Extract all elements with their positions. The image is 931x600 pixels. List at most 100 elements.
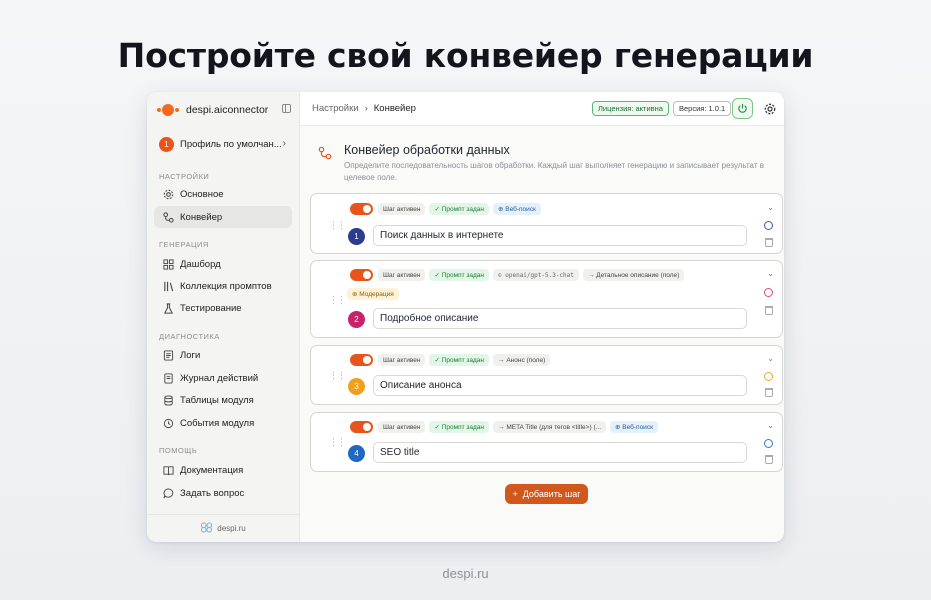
sidebar-item-tables[interactable]: Таблицы модуля <box>154 389 292 411</box>
section-title-settings: НАСТРОЙКИ <box>159 172 210 181</box>
palette-icon[interactable] <box>764 439 773 448</box>
sidebar-item-general[interactable]: Основное <box>154 183 292 205</box>
version-badge: Версия: 1.0.1 <box>673 101 732 116</box>
drag-handle-icon[interactable]: ⋮⋮ <box>329 220 346 231</box>
add-step-button[interactable]: + Добавить шаг <box>505 484 588 504</box>
chip-target-field: → Детальное описание (поле) <box>582 269 685 281</box>
book-icon <box>162 464 174 476</box>
sidebar-item-label: Логи <box>180 349 201 361</box>
plus-icon: + <box>512 489 518 499</box>
chip-active: Шаг активен <box>378 203 426 215</box>
sidebar-item-testing[interactable]: Тестирование <box>154 297 292 319</box>
chip-active: Шаг активен <box>378 421 426 433</box>
step-card: ⋮⋮ Шаг активен ✓ Промпт задан ⊙ openai/g… <box>310 260 783 338</box>
profile-label: Профиль по умолчан... <box>180 138 282 150</box>
step-chips: Шаг активен ✓ Промпт задан ⊙ openai/gpt-… <box>378 269 685 281</box>
step-name-input[interactable]: Описание анонса <box>373 375 747 396</box>
sidebar-item-label: Конвейер <box>180 211 223 223</box>
library-icon <box>162 280 174 292</box>
sidebar: despi.aiconnector 1 Профиль по умолчан..… <box>147 92 300 542</box>
sidebar-item-dashboard[interactable]: Дашборд <box>154 253 292 275</box>
chip-web-search: ⊕ Веб-поиск <box>610 421 658 433</box>
sidebar-item-prompts[interactable]: Коллекция промптов <box>154 275 292 297</box>
pipeline-icon <box>318 146 332 160</box>
trash-icon[interactable] <box>765 388 773 397</box>
trash-icon[interactable] <box>765 238 773 247</box>
sidebar-collapse-icon[interactable] <box>282 104 291 113</box>
chip-active: Шаг активен <box>378 269 426 281</box>
sidebar-item-label: Основное <box>180 188 224 200</box>
log-icon <box>162 349 174 361</box>
chip-prompt: ✓ Промпт задан <box>429 354 490 366</box>
database-icon <box>162 394 174 406</box>
sidebar-item-label: Коллекция промптов <box>180 280 272 292</box>
flask-icon <box>162 302 174 314</box>
chip-target-field: → Анонс (поле) <box>493 354 551 366</box>
sidebar-item-label: Задать вопрос <box>180 487 245 499</box>
sidebar-item-ask[interactable]: Задать вопрос <box>154 482 292 504</box>
dashboard-icon <box>162 258 174 270</box>
drag-handle-icon[interactable]: ⋮⋮ <box>329 437 346 448</box>
step-name-input[interactable]: SEO title <box>373 442 747 463</box>
settings-button[interactable] <box>759 98 780 119</box>
breadcrumb-current: Конвейер <box>373 103 416 114</box>
sidebar-item-label: События модуля <box>180 417 255 429</box>
section-title-generation: ГЕНЕРАЦИЯ <box>159 240 209 249</box>
drag-handle-icon[interactable]: ⋮⋮ <box>329 295 346 306</box>
step-name-input[interactable]: Поиск данных в интернете <box>373 225 747 246</box>
step-toggle[interactable] <box>350 354 373 366</box>
power-button[interactable] <box>732 98 753 119</box>
sidebar-footer-label[interactable]: despi.ru <box>217 524 245 533</box>
chat-icon <box>162 487 174 499</box>
add-step-label: Добавить шаг <box>522 489 581 499</box>
chevron-down-icon[interactable]: ⌄ <box>767 354 774 363</box>
brand-name: despi.aiconnector <box>186 104 269 116</box>
sidebar-item-pipeline[interactable]: Конвейер <box>154 206 292 228</box>
breadcrumb: Настройки › Конвейер <box>312 103 416 114</box>
palette-icon[interactable] <box>764 288 773 297</box>
chevron-down-icon[interactable]: ⌄ <box>767 421 774 430</box>
palette-icon[interactable] <box>764 221 773 230</box>
chip-prompt: ✓ Промпт задан <box>429 421 490 433</box>
sidebar-item-label: Таблицы модуля <box>180 394 254 406</box>
step-name-input[interactable]: Подробное описание <box>373 308 747 329</box>
sidebar-item-events[interactable]: События модуля <box>154 412 292 434</box>
step-card: ⋮⋮ Шаг активен ✓ Промпт задан → META Tit… <box>310 412 783 472</box>
sidebar-item-label: Журнал действий <box>180 372 259 384</box>
step-number: 1 <box>348 228 365 245</box>
step-toggle[interactable] <box>350 421 373 433</box>
step-toggle[interactable] <box>350 203 373 215</box>
chevron-down-icon[interactable]: ⌄ <box>767 203 774 212</box>
step-number: 4 <box>348 445 365 462</box>
gear-icon <box>162 188 174 200</box>
palette-icon[interactable] <box>764 372 773 381</box>
section-title-diagnostics: ДИАГНОСТИКА <box>159 332 220 341</box>
profile-number: 1 <box>159 136 174 152</box>
step-chips-row2: ⊛ Модерация <box>347 288 399 300</box>
section-title-help: ПОМОЩЬ <box>159 446 198 455</box>
drag-handle-icon[interactable]: ⋮⋮ <box>329 370 346 381</box>
step-card: ⋮⋮ Шаг активен ✓ Промпт задан → Анонс (п… <box>310 345 783 405</box>
chip-active: Шаг активен <box>378 354 426 366</box>
brand[interactable]: despi.aiconnector <box>157 101 292 119</box>
page-description: Определите последовательность шагов обра… <box>344 161 764 182</box>
breadcrumb-settings[interactable]: Настройки <box>312 103 359 114</box>
profile-selector[interactable]: 1 Профиль по умолчан... › <box>155 132 292 156</box>
sidebar-item-journal[interactable]: Журнал действий <box>154 367 292 389</box>
footer-site: despi.ru <box>442 566 489 581</box>
topbar: Настройки › Конвейер Лицензия: активна В… <box>300 92 784 126</box>
sidebar-item-logs[interactable]: Логи <box>154 344 292 366</box>
page-title: Конвейер обработки данных <box>344 143 510 157</box>
main-content: Настройки › Конвейер Лицензия: активна В… <box>300 92 784 542</box>
step-toggle[interactable] <box>350 269 373 281</box>
trash-icon[interactable] <box>765 455 773 464</box>
sidebar-item-label: Тестирование <box>180 302 242 314</box>
sidebar-item-docs[interactable]: Документация <box>154 459 292 481</box>
chevron-right-icon: › <box>282 138 286 149</box>
trash-icon[interactable] <box>765 306 773 315</box>
step-chips: Шаг активен ✓ Промпт задан → Анонс (поле… <box>378 354 551 366</box>
chevron-down-icon[interactable]: ⌄ <box>767 269 774 278</box>
chip-web-search: ⊕ Веб-поиск <box>493 203 541 215</box>
app-window: despi.aiconnector 1 Профиль по умолчан..… <box>147 92 784 542</box>
despi-logo-icon <box>200 520 213 538</box>
